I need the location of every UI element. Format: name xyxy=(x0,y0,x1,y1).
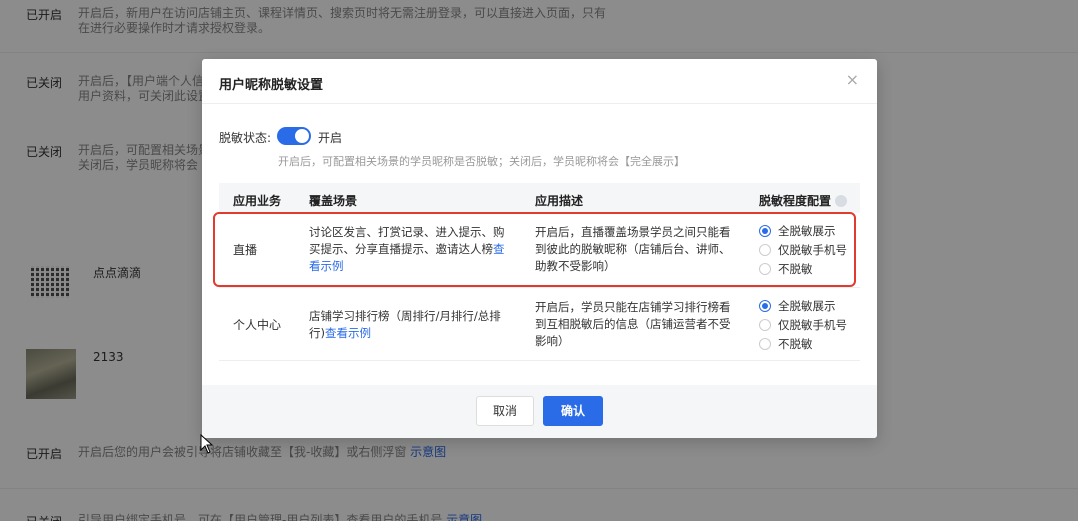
table-row: 个人中心 店铺学习排行榜（周排行/月排行/总排行)查看示例 开启后，学员只能在店… xyxy=(219,288,860,361)
mouse-cursor-icon xyxy=(200,433,214,454)
dialog-header: 用户昵称脱敏设置 × xyxy=(202,59,877,104)
level-options: 全脱敏展示 仅脱敏手机号 不脱敏 xyxy=(759,223,859,280)
toggle-knob xyxy=(295,129,309,143)
nickname-desensitize-dialog: 用户昵称脱敏设置 × 脱敏状态: 开启 开启后，可配置相关场景的学员昵称是否脱敏… xyxy=(202,59,877,438)
business-cell: 直播 xyxy=(233,243,258,257)
help-icon[interactable] xyxy=(835,195,848,207)
dialog-title: 用户昵称脱敏设置 xyxy=(219,78,324,93)
business-cell: 个人中心 xyxy=(233,318,282,332)
radio-icon xyxy=(759,244,771,256)
radio-phone-only[interactable]: 仅脱敏手机号 xyxy=(759,317,859,336)
table-header: 应用业务 覆盖场景 应用描述 脱敏程度配置 xyxy=(219,183,860,213)
status-label: 脱敏状态: xyxy=(219,131,272,145)
radio-icon xyxy=(759,263,771,275)
radio-phone-only[interactable]: 仅脱敏手机号 xyxy=(759,242,859,261)
table-row: 直播 讨论区发言、打赏记录、进入提示、购买提示、分享直播提示、邀请达人榜查看示例… xyxy=(219,213,860,288)
header-desc: 应用描述 xyxy=(535,194,584,208)
header-scene: 覆盖场景 xyxy=(309,194,358,208)
desc-cell: 开启后，学员只能在店铺学习排行榜看到互相脱敏后的信息（店铺运营者不受影响） xyxy=(535,300,731,348)
radio-no-desensitize[interactable]: 不脱敏 xyxy=(759,261,859,280)
dialog-footer: 取消 确认 xyxy=(202,385,877,438)
status-value: 开启 xyxy=(318,131,343,145)
header-level: 脱敏程度配置 xyxy=(759,192,848,209)
radio-selected-icon xyxy=(759,300,771,312)
radio-no-desensitize[interactable]: 不脱敏 xyxy=(759,336,859,355)
desc-cell: 开启后，直播覆盖场景学员之间只能看到彼此的脱敏昵称（店铺后台、讲师、助教不受影响… xyxy=(535,225,731,273)
radio-full-desensitize[interactable]: 全脱敏展示 xyxy=(759,298,859,317)
radio-full-desensitize[interactable]: 全脱敏展示 xyxy=(759,223,859,242)
scene-cell: 店铺学习排行榜（周排行/月排行/总排行)查看示例 xyxy=(309,309,501,340)
radio-icon xyxy=(759,319,771,331)
scene-cell: 讨论区发言、打赏记录、进入提示、购买提示、分享直播提示、邀请达人榜查看示例 xyxy=(309,225,505,273)
status-hint: 开启后，可配置相关场景的学员昵称是否脱敏；关闭后，学员昵称将会【完全展示】 xyxy=(278,155,685,168)
desensitize-toggle[interactable] xyxy=(277,127,311,145)
level-options: 全脱敏展示 仅脱敏手机号 不脱敏 xyxy=(759,298,859,355)
close-icon[interactable]: × xyxy=(846,72,859,88)
view-example-link[interactable]: 查看示例 xyxy=(325,326,371,340)
cancel-button[interactable]: 取消 xyxy=(476,396,534,426)
radio-selected-icon xyxy=(759,225,771,237)
radio-icon xyxy=(759,338,771,350)
header-business: 应用业务 xyxy=(233,194,282,208)
confirm-button[interactable]: 确认 xyxy=(543,396,603,426)
